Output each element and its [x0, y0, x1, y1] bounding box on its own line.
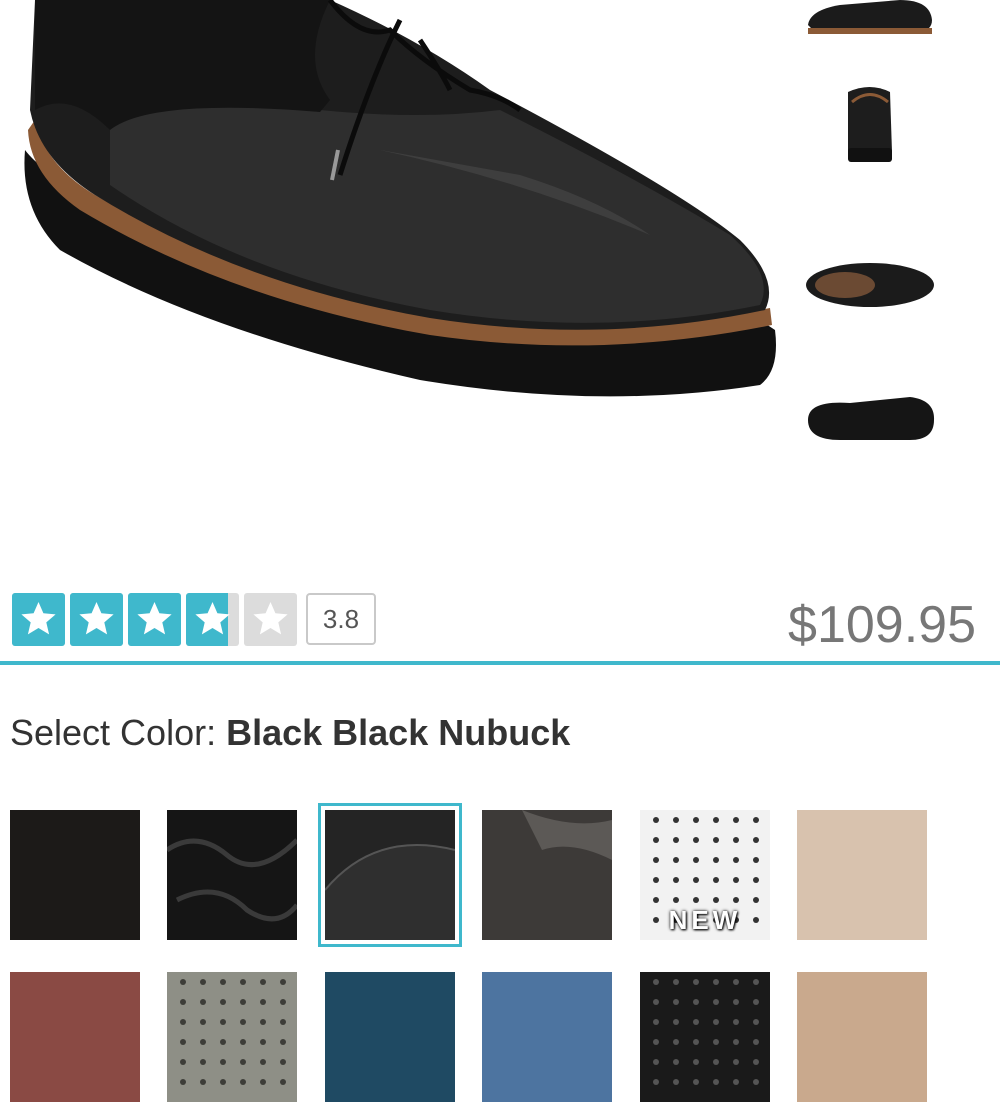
swatch-black-suede[interactable] [10, 810, 140, 940]
star-icon [186, 592, 239, 646]
swatch-blue-denim[interactable] [482, 972, 612, 1102]
swatch-navy[interactable] [325, 972, 455, 1102]
swatch-burgundy[interactable] [10, 972, 140, 1102]
selected-color-name: Black Black Nubuck [226, 712, 571, 753]
main-product-image[interactable] [0, 0, 790, 560]
color-swatch-grid: NEW [0, 800, 1000, 1102]
swatch-black-perforated[interactable] [640, 972, 770, 1102]
rating-stars: 3.8 [12, 592, 376, 646]
shoe-illustration [24, 0, 776, 397]
swatch-dark-grey-leather[interactable] [482, 810, 612, 940]
section-divider [0, 661, 1000, 665]
select-color-label: Select Color: Black Black Nubuck [10, 712, 570, 754]
star-icon [70, 592, 123, 646]
star-icon [244, 592, 297, 646]
swatch-grey-perforated[interactable] [167, 972, 297, 1102]
thumb-side-view[interactable] [800, 0, 940, 80]
star-icon [128, 592, 181, 646]
product-price: $109.95 [788, 596, 976, 654]
thumb-sole-view[interactable] [800, 365, 940, 475]
new-badge: NEW [668, 905, 742, 935]
swatch-black-patent[interactable] [167, 810, 297, 940]
swatch-light-tan[interactable] [797, 972, 927, 1102]
rating-value: 3.8 [306, 593, 376, 645]
swatch-taupe[interactable] [797, 810, 927, 940]
select-color-prefix: Select Color: [10, 712, 227, 753]
swatch-black-black-nubuck[interactable] [318, 803, 462, 947]
thumb-back-view[interactable] [800, 72, 940, 182]
swatch-white-perforated[interactable]: NEW [640, 810, 770, 940]
thumb-top-view[interactable] [800, 230, 940, 340]
star-icon [12, 592, 65, 646]
